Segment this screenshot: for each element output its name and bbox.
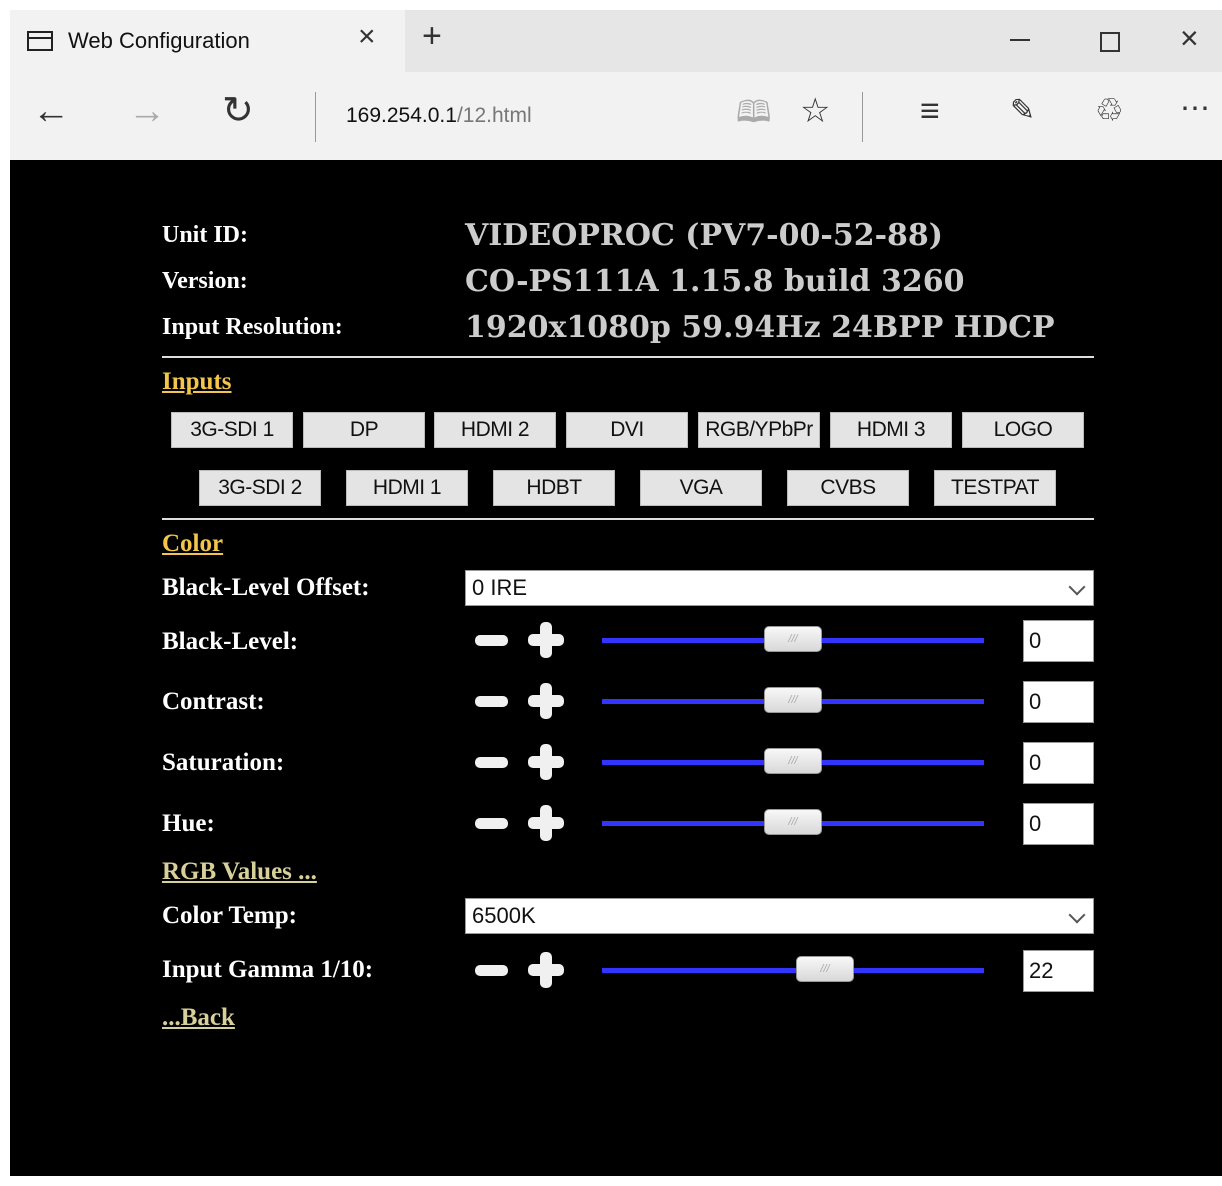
input-button-logo[interactable]: LOGO — [962, 412, 1084, 448]
input-button-hdmi-3[interactable]: HDMI 3 — [830, 412, 952, 448]
forward-arrow-icon[interactable]: → — [128, 92, 166, 130]
saturation-minus-button[interactable] — [475, 757, 508, 768]
maximize-window-icon[interactable] — [1100, 32, 1120, 52]
back-link[interactable]: ...Back — [162, 1004, 235, 1032]
more-menu-icon[interactable]: ⋯ — [1180, 94, 1210, 124]
color-temp-select[interactable]: 6500K — [465, 898, 1094, 934]
hue-slider-thumb[interactable]: /// — [764, 809, 822, 835]
input-gamma-value-field[interactable]: 22 — [1023, 950, 1094, 992]
input-resolution-label: Input Resolution: — [162, 314, 343, 340]
reading-view-icon[interactable]: 🕮 — [736, 98, 771, 128]
minimize-window-icon[interactable] — [1010, 39, 1030, 41]
input-button-3g-sdi-2[interactable]: 3G-SDI 2 — [199, 470, 321, 506]
chevron-down-icon — [1068, 578, 1086, 596]
new-tab-icon[interactable]: + — [422, 19, 442, 53]
chevron-down-icon — [1068, 906, 1086, 924]
divider — [162, 518, 1094, 520]
contrast-minus-button[interactable] — [475, 696, 508, 707]
input-button-rgb-ypbpr[interactable]: RGB/YPbPr — [698, 412, 820, 448]
close-window-icon[interactable]: × — [1180, 22, 1199, 54]
hue-value-field[interactable]: 0 — [1023, 803, 1094, 845]
contrast-slider-thumb[interactable]: /// — [764, 687, 822, 713]
contrast-label: Contrast: — [162, 688, 265, 715]
contrast-value-field[interactable]: 0 — [1023, 681, 1094, 723]
input-gamma-slider-thumb[interactable]: /// — [796, 956, 854, 982]
divider — [162, 356, 1094, 358]
version-label: Version: — [162, 268, 248, 294]
config-page: Unit ID: VIDEOPROC (PV7-00-52-88) Versio… — [10, 160, 1222, 1176]
toolbar-separator — [862, 92, 863, 142]
hue-minus-button[interactable] — [475, 818, 508, 829]
url-host: 169.254.0.1 — [346, 104, 457, 127]
inputs-heading-link[interactable]: Inputs — [162, 368, 232, 396]
input-resolution-value: 1920x1080p 59.94Hz 24BPP HDCP — [465, 310, 1055, 345]
black-level-offset-label: Black-Level Offset: — [162, 574, 370, 601]
saturation-plus-button[interactable] — [528, 744, 564, 780]
contrast-plus-button[interactable] — [528, 683, 564, 719]
input-button-dp[interactable]: DP — [303, 412, 425, 448]
unit-id-value: VIDEOPROC (PV7-00-52-88) — [465, 218, 943, 253]
input-button-hdmi-2[interactable]: HDMI 2 — [434, 412, 556, 448]
refresh-icon[interactable]: ↻ — [222, 92, 254, 130]
input-gamma-plus-button[interactable] — [528, 952, 564, 988]
black-level-label: Black-Level: — [162, 628, 299, 655]
tab-title: Web Configuration — [68, 28, 250, 53]
rgb-values-link[interactable]: RGB Values ... — [162, 858, 317, 886]
black-level-offset-value: 0 IRE — [472, 575, 528, 600]
input-button-dvi[interactable]: DVI — [566, 412, 688, 448]
address-separator — [315, 92, 316, 142]
browser-addressbar: ← → ↻ 169.254.0.1/12.html 🕮 ☆ ≡ ✎ ♲ ⋯ — [10, 72, 1222, 160]
address-url[interactable]: 169.254.0.1/12.html — [346, 104, 532, 128]
browser-tab[interactable]: Web Configuration × — [10, 10, 405, 72]
tab-page-icon — [27, 31, 53, 51]
saturation-label: Saturation: — [162, 749, 285, 776]
black-level-value-field[interactable]: 0 — [1023, 620, 1094, 662]
url-path: /12.html — [456, 104, 532, 127]
saturation-slider[interactable]: /// — [602, 748, 984, 774]
hue-slider[interactable]: /// — [602, 809, 984, 835]
web-note-icon[interactable]: ✎ — [1010, 96, 1035, 126]
input-gamma-label: Input Gamma 1/10: — [162, 956, 374, 983]
version-value: CO-PS111A 1.15.8 build 3260 — [465, 264, 965, 299]
saturation-slider-thumb[interactable]: /// — [764, 748, 822, 774]
input-button-hdbt[interactable]: HDBT — [493, 470, 615, 506]
contrast-slider[interactable]: /// — [602, 687, 984, 713]
share-icon[interactable]: ♲ — [1095, 94, 1124, 126]
hub-menu-icon[interactable]: ≡ — [920, 94, 940, 128]
browser-titlebar: Web Configuration × + × — [10, 10, 1222, 72]
black-level-slider-thumb[interactable]: /// — [764, 626, 822, 652]
input-gamma-slider[interactable]: /// — [602, 956, 984, 982]
black-level-offset-select[interactable]: 0 IRE — [465, 570, 1094, 606]
black-level-minus-button[interactable] — [475, 635, 508, 646]
black-level-slider[interactable]: /// — [602, 626, 984, 652]
input-gamma-minus-button[interactable] — [475, 965, 508, 976]
color-temp-label: Color Temp: — [162, 902, 297, 929]
back-arrow-icon[interactable]: ← — [32, 92, 70, 130]
input-button-cvbs[interactable]: CVBS — [787, 470, 909, 506]
favorite-star-icon[interactable]: ☆ — [800, 94, 830, 128]
input-button-vga[interactable]: VGA — [640, 470, 762, 506]
input-button-testpat[interactable]: TESTPAT — [934, 470, 1056, 506]
unit-id-label: Unit ID: — [162, 222, 249, 248]
color-heading-link[interactable]: Color — [162, 530, 223, 558]
hue-label: Hue: — [162, 810, 215, 837]
hue-plus-button[interactable] — [528, 805, 564, 841]
saturation-value-field[interactable]: 0 — [1023, 742, 1094, 784]
input-button-hdmi-1[interactable]: HDMI 1 — [346, 470, 468, 506]
close-tab-icon[interactable]: × — [358, 22, 376, 52]
input-button-3g-sdi-1[interactable]: 3G-SDI 1 — [171, 412, 293, 448]
color-temp-value: 6500K — [472, 903, 536, 928]
black-level-plus-button[interactable] — [528, 622, 564, 658]
